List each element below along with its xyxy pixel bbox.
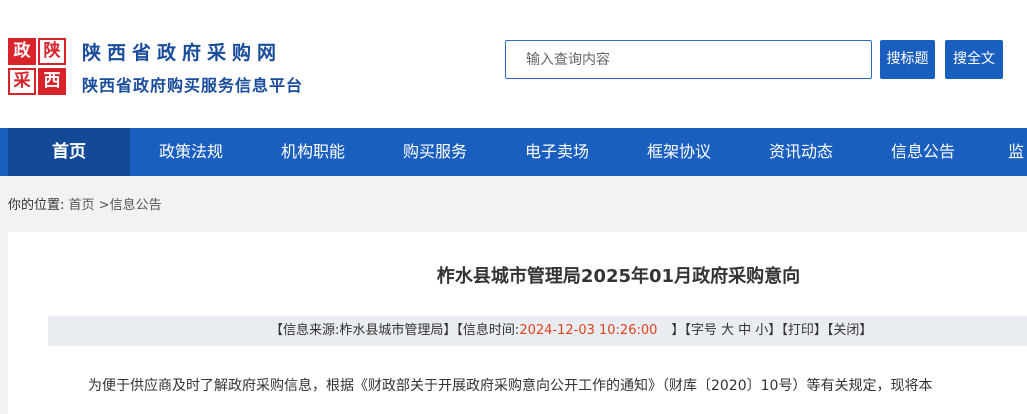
logo-char: 西 <box>38 68 66 95</box>
nav-item-home[interactable]: 首页 <box>8 128 130 176</box>
article-meta-bar: 【信息来源:柞水县城市管理局】【信息时间:2024-12-03 10:26:00… <box>48 316 1027 346</box>
print-link[interactable]: 【打印】 <box>781 323 827 338</box>
close-link[interactable]: 【关闭】 <box>827 323 873 338</box>
nav-item-e-mall[interactable]: 电子卖场 <box>496 128 618 176</box>
article-body-paragraph: 为便于供应商及时了解政府采购信息，根据《财政部关于开展政府采购意向公开工作的通知… <box>88 378 933 394</box>
font-size-control[interactable]: 【字号 大 中 小】 <box>684 323 781 338</box>
nav-item-supervision[interactable]: 监 <box>1008 128 1027 176</box>
logo-char: 陕 <box>38 38 66 65</box>
nav-item-policy[interactable]: 政策法规 <box>130 128 252 176</box>
main-nav: 首页 政策法规 机构职能 购买服务 电子卖场 框架协议 资讯动态 信息公告 监 <box>0 128 1027 176</box>
site-logo[interactable]: 政 陕 采 西 <box>8 38 68 96</box>
logo-char: 政 <box>8 38 36 65</box>
site-subtitle: 陕西省政府购买服务信息平台 <box>82 76 304 95</box>
breadcrumb-label: 你的位置: <box>8 198 65 213</box>
meta-source-suffix: 】 <box>443 323 457 338</box>
meta-time-suffix: 】 <box>671 323 685 338</box>
breadcrumb-home-link[interactable]: 首页 <box>69 198 95 213</box>
meta-time: 2024-12-03 10:26:00 <box>519 323 658 338</box>
logo-char: 采 <box>8 68 36 95</box>
search-title-button[interactable]: 搜标题 <box>880 40 935 79</box>
search-box <box>505 40 872 79</box>
breadcrumb-separator: > <box>94 198 110 213</box>
site-title: 陕西省政府采购网 <box>82 42 283 64</box>
search-input[interactable] <box>506 41 846 78</box>
nav-item-framework[interactable]: 框架协议 <box>618 128 740 176</box>
site-header: 政 陕 采 西 陕西省政府采购网 陕西省政府购买服务信息平台 搜标题 搜全文 <box>0 0 1027 128</box>
nav-item-institutions[interactable]: 机构职能 <box>252 128 374 176</box>
breadcrumb: 你的位置: 首页 >信息公告 <box>8 194 162 213</box>
meta-source: 柞水县城市管理局 <box>339 323 444 338</box>
article-title: 柞水县城市管理局2025年01月政府采购意向 <box>436 266 801 287</box>
nav-item-announcements[interactable]: 信息公告 <box>862 128 984 176</box>
meta-time-prefix: 【信息时间: <box>456 323 520 338</box>
breadcrumb-current-link[interactable]: 信息公告 <box>110 198 162 213</box>
search-fulltext-button[interactable]: 搜全文 <box>945 40 1003 79</box>
nav-item-purchase-services[interactable]: 购买服务 <box>374 128 496 176</box>
meta-source-prefix: 【信息来源: <box>270 323 340 338</box>
nav-item-news[interactable]: 资讯动态 <box>740 128 862 176</box>
